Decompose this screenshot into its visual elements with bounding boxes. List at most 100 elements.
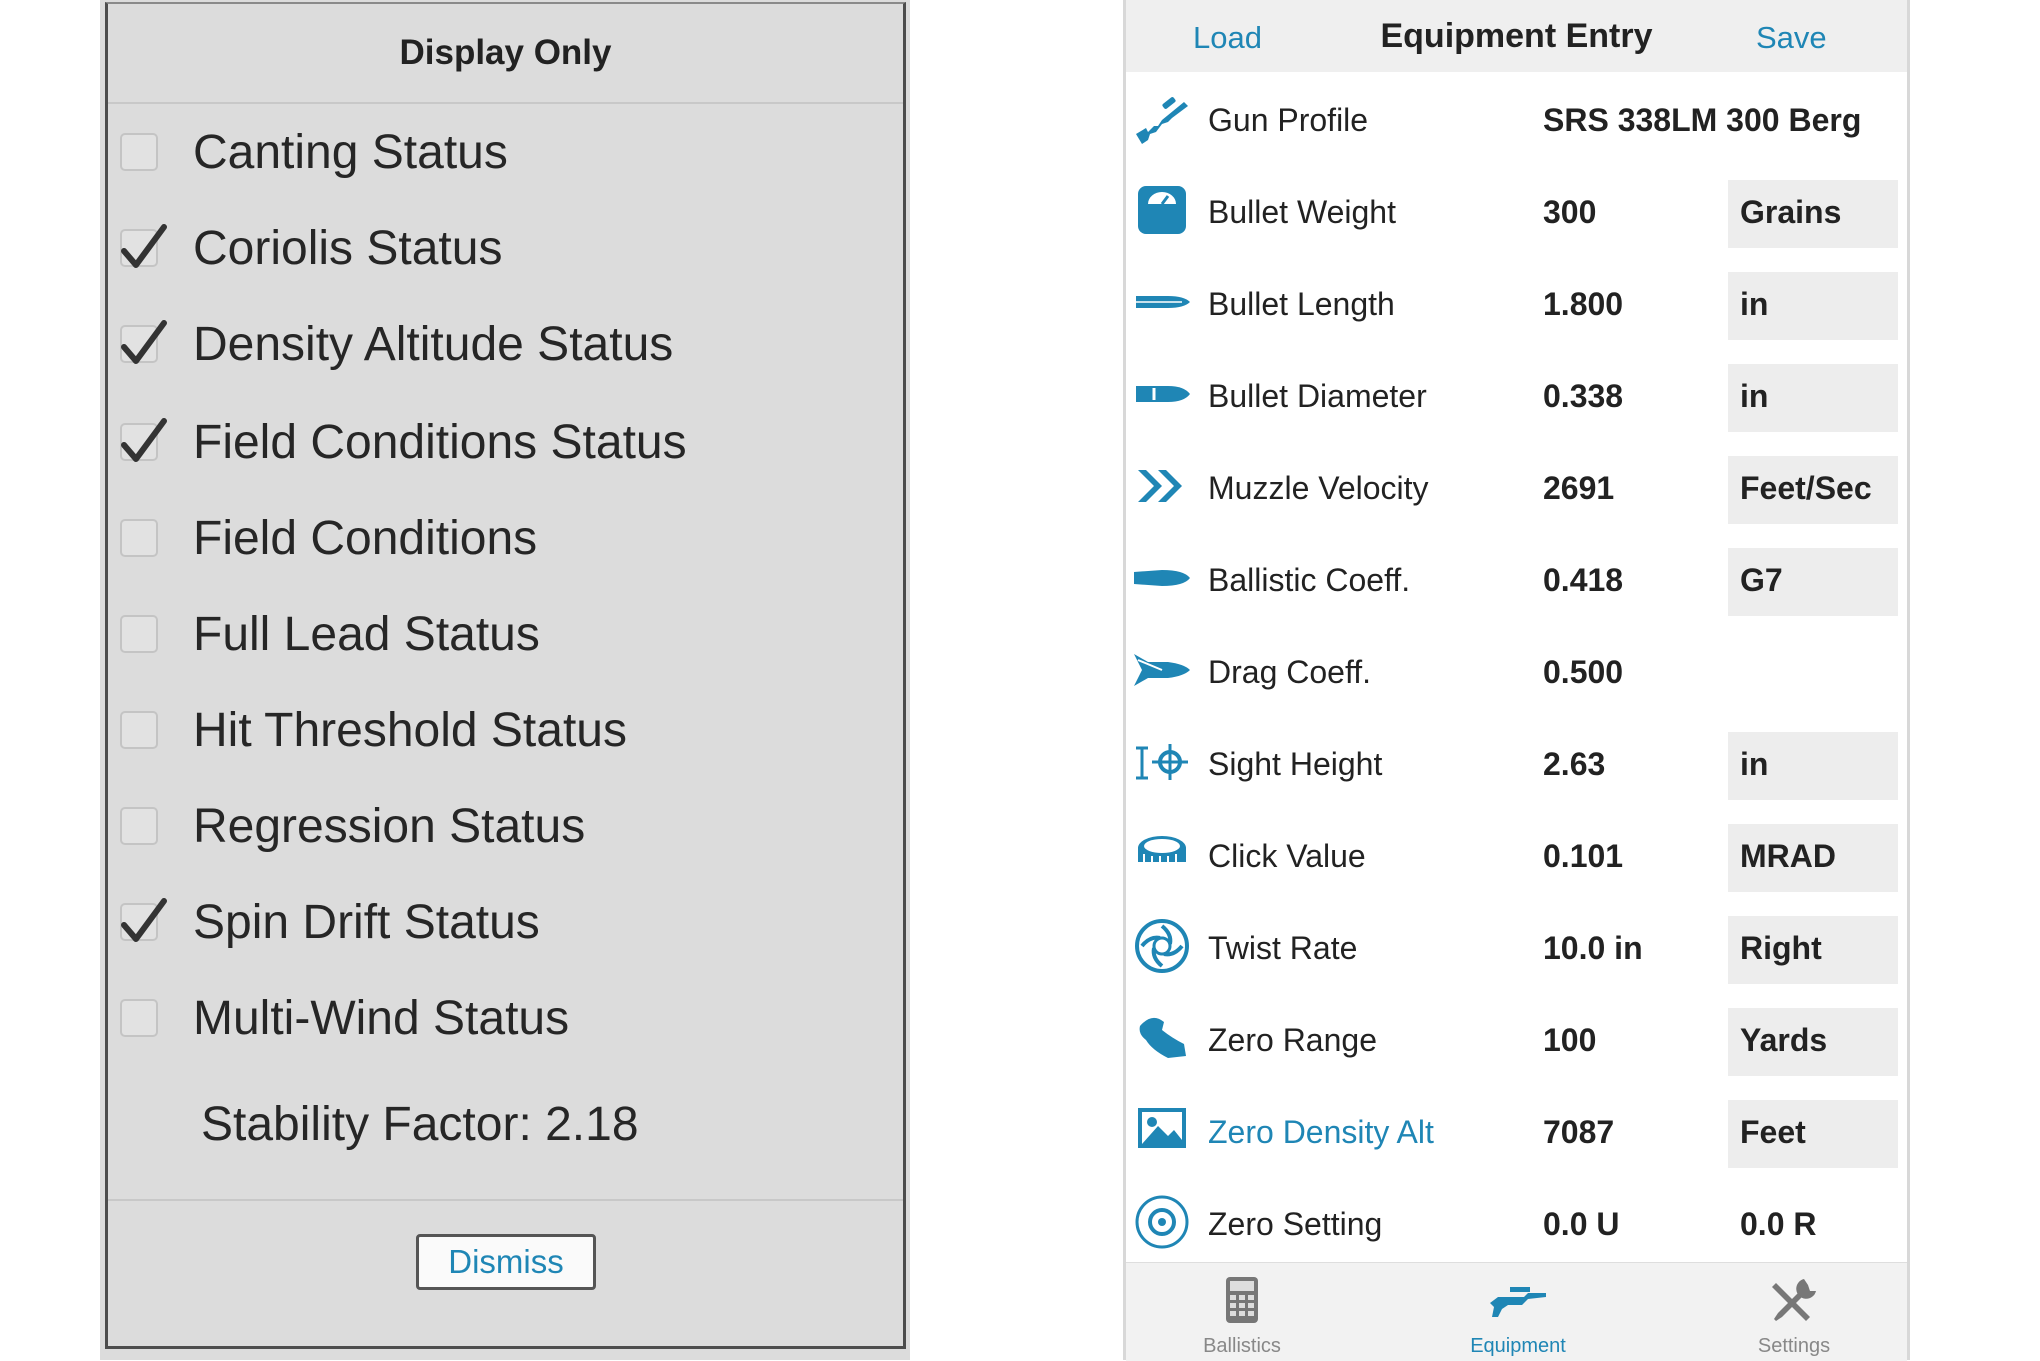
- option-checkbox[interactable]: [120, 224, 167, 268]
- option-label: Hit Threshold Status: [193, 703, 627, 757]
- scale-icon: [1132, 180, 1192, 240]
- target-icon: [1132, 1192, 1192, 1252]
- equipment-row[interactable]: Zero Density Alt 7087 Feet: [1126, 1088, 1907, 1180]
- equipment-label: Click Value: [1208, 838, 1366, 874]
- rifle-icon: [1488, 1273, 1548, 1329]
- equipment-row[interactable]: Zero Range 100 Yards: [1126, 996, 1907, 1088]
- equipment-value[interactable]: 0.418: [1543, 562, 1623, 599]
- equipment-unit[interactable]: in: [1740, 378, 1768, 415]
- equipment-value[interactable]: 100: [1543, 1022, 1596, 1059]
- equipment-label: Muzzle Velocity: [1208, 470, 1429, 506]
- equipment-value[interactable]: 10.0 in: [1543, 930, 1643, 967]
- option-label: Canting Status: [193, 125, 508, 179]
- option-row[interactable]: Field Conditions: [108, 490, 903, 586]
- equipment-row[interactable]: Bullet Diameter 0.338 in: [1126, 352, 1907, 444]
- option-label: Regression Status: [193, 799, 586, 853]
- dismiss-button[interactable]: Dismiss: [416, 1234, 596, 1290]
- option-checkbox[interactable]: [120, 807, 158, 845]
- stability-factor-text: Stability Factor: 2.18: [201, 1098, 639, 1151]
- option-row[interactable]: Field Conditions Status: [108, 394, 903, 490]
- equipment-row[interactable]: Gun Profile SRS 338LM 300 Berg: [1126, 76, 1907, 168]
- equipment-label[interactable]: Zero Density Alt: [1208, 1114, 1434, 1151]
- tab-bar: Ballistics Equipment Settings: [1126, 1262, 1907, 1361]
- equipment-value[interactable]: 0.500: [1543, 654, 1623, 691]
- equipment-label: Bullet Weight: [1208, 194, 1396, 230]
- nav-bar: Load Equipment Entry Save: [1126, 0, 1907, 72]
- dialog-frame: Display Only Canting Status Coriolis Stat…: [105, 2, 906, 1349]
- equipment-label: Ballistic Coeff.: [1208, 562, 1411, 598]
- turret-icon: [1132, 824, 1192, 884]
- equipment-value[interactable]: 1.800: [1543, 286, 1623, 323]
- option-row[interactable]: Multi-Wind Status: [108, 970, 903, 1066]
- option-checkbox[interactable]: [120, 898, 167, 942]
- equipment-unit[interactable]: in: [1740, 286, 1768, 323]
- velocity-chevrons-icon: [1132, 456, 1192, 516]
- equipment-unit[interactable]: Right: [1740, 930, 1822, 967]
- option-label: Field Conditions Status: [193, 415, 687, 469]
- equipment-row[interactable]: Sight Height 2.63 in: [1126, 720, 1907, 812]
- option-row[interactable]: Hit Threshold Status: [108, 682, 903, 778]
- equipment-label: Zero Setting: [1208, 1206, 1383, 1242]
- tools-icon: [1764, 1273, 1824, 1329]
- bullet-diameter-icon: [1132, 364, 1192, 424]
- equipment-label: Gun Profile: [1208, 102, 1369, 138]
- equipment-unit[interactable]: 0.0 R: [1740, 1206, 1816, 1243]
- option-label: Field Conditions: [193, 511, 538, 565]
- tab-label: Equipment: [1470, 1335, 1566, 1357]
- equipment-unit[interactable]: Grains: [1740, 194, 1841, 231]
- equipment-value[interactable]: 2691: [1543, 470, 1614, 507]
- option-label: Full Lead Status: [193, 607, 540, 661]
- equipment-label: Zero Range: [1208, 1022, 1377, 1058]
- equipment-row[interactable]: Bullet Weight 300 Grains: [1126, 168, 1907, 260]
- equipment-unit[interactable]: MRAD: [1740, 838, 1836, 875]
- zero-range-icon: [1132, 1008, 1192, 1068]
- tab-ballistics[interactable]: Ballistics: [1142, 1263, 1342, 1361]
- equipment-row[interactable]: Zero Setting 0.0 U 0.0 R: [1126, 1180, 1907, 1272]
- equipment-unit[interactable]: G7: [1740, 562, 1783, 599]
- option-label: Coriolis Status: [193, 221, 503, 275]
- tab-equipment[interactable]: Equipment: [1418, 1263, 1618, 1361]
- equipment-row[interactable]: Twist Rate 10.0 in Right: [1126, 904, 1907, 996]
- equipment-value[interactable]: 0.0 U: [1543, 1206, 1619, 1243]
- equipment-row[interactable]: Click Value 0.101 MRAD: [1126, 812, 1907, 904]
- sight-height-icon: [1132, 732, 1192, 792]
- equipment-value[interactable]: 7087: [1543, 1114, 1614, 1151]
- option-row[interactable]: Density Altitude Status: [108, 296, 903, 392]
- option-checkbox[interactable]: [120, 418, 167, 462]
- option-checkbox[interactable]: [120, 999, 158, 1037]
- equipment-value[interactable]: SRS 338LM 300 Berg: [1543, 102, 1861, 139]
- equipment-row[interactable]: Bullet Length 1.800 in: [1126, 260, 1907, 352]
- save-button[interactable]: Save: [1756, 20, 1827, 56]
- option-checkbox[interactable]: [120, 133, 158, 171]
- option-checkbox[interactable]: [120, 519, 158, 557]
- equipment-value[interactable]: 0.338: [1543, 378, 1623, 415]
- option-row[interactable]: Spin Drift Status: [108, 874, 903, 970]
- option-row[interactable]: Coriolis Status: [108, 200, 903, 296]
- equipment-unit[interactable]: Feet: [1740, 1114, 1806, 1151]
- equipment-value[interactable]: 0.101: [1543, 838, 1623, 875]
- equipment-unit[interactable]: Feet/Sec: [1740, 470, 1872, 507]
- twist-icon: [1132, 916, 1192, 976]
- option-checkbox[interactable]: [120, 320, 167, 364]
- option-row[interactable]: Canting Status: [108, 104, 903, 200]
- option-checkbox[interactable]: [120, 615, 158, 653]
- equipment-value[interactable]: 2.63: [1543, 746, 1605, 783]
- option-row[interactable]: Regression Status: [108, 778, 903, 874]
- dialog-title: Display Only: [108, 4, 903, 104]
- equipment-unit[interactable]: Yards: [1740, 1022, 1827, 1059]
- equipment-row[interactable]: Muzzle Velocity 2691 Feet/Sec: [1126, 444, 1907, 536]
- equipment-label: Bullet Diameter: [1208, 378, 1427, 414]
- tab-label: Ballistics: [1203, 1335, 1281, 1357]
- equipment-unit[interactable]: in: [1740, 746, 1768, 783]
- equipment-label: Bullet Length: [1208, 286, 1395, 322]
- equipment-row[interactable]: Ballistic Coeff. 0.418 G7: [1126, 536, 1907, 628]
- option-checkbox[interactable]: [120, 711, 158, 749]
- equipment-row[interactable]: Drag Coeff. 0.500: [1126, 628, 1907, 720]
- drag-bullet-icon: [1132, 640, 1192, 700]
- equipment-value[interactable]: 300: [1543, 194, 1596, 231]
- landscape-icon: [1132, 1100, 1192, 1160]
- option-label: Multi-Wind Status: [193, 991, 570, 1045]
- tab-settings[interactable]: Settings: [1694, 1263, 1894, 1361]
- option-label: Density Altitude Status: [193, 317, 674, 371]
- option-row[interactable]: Full Lead Status: [108, 586, 903, 682]
